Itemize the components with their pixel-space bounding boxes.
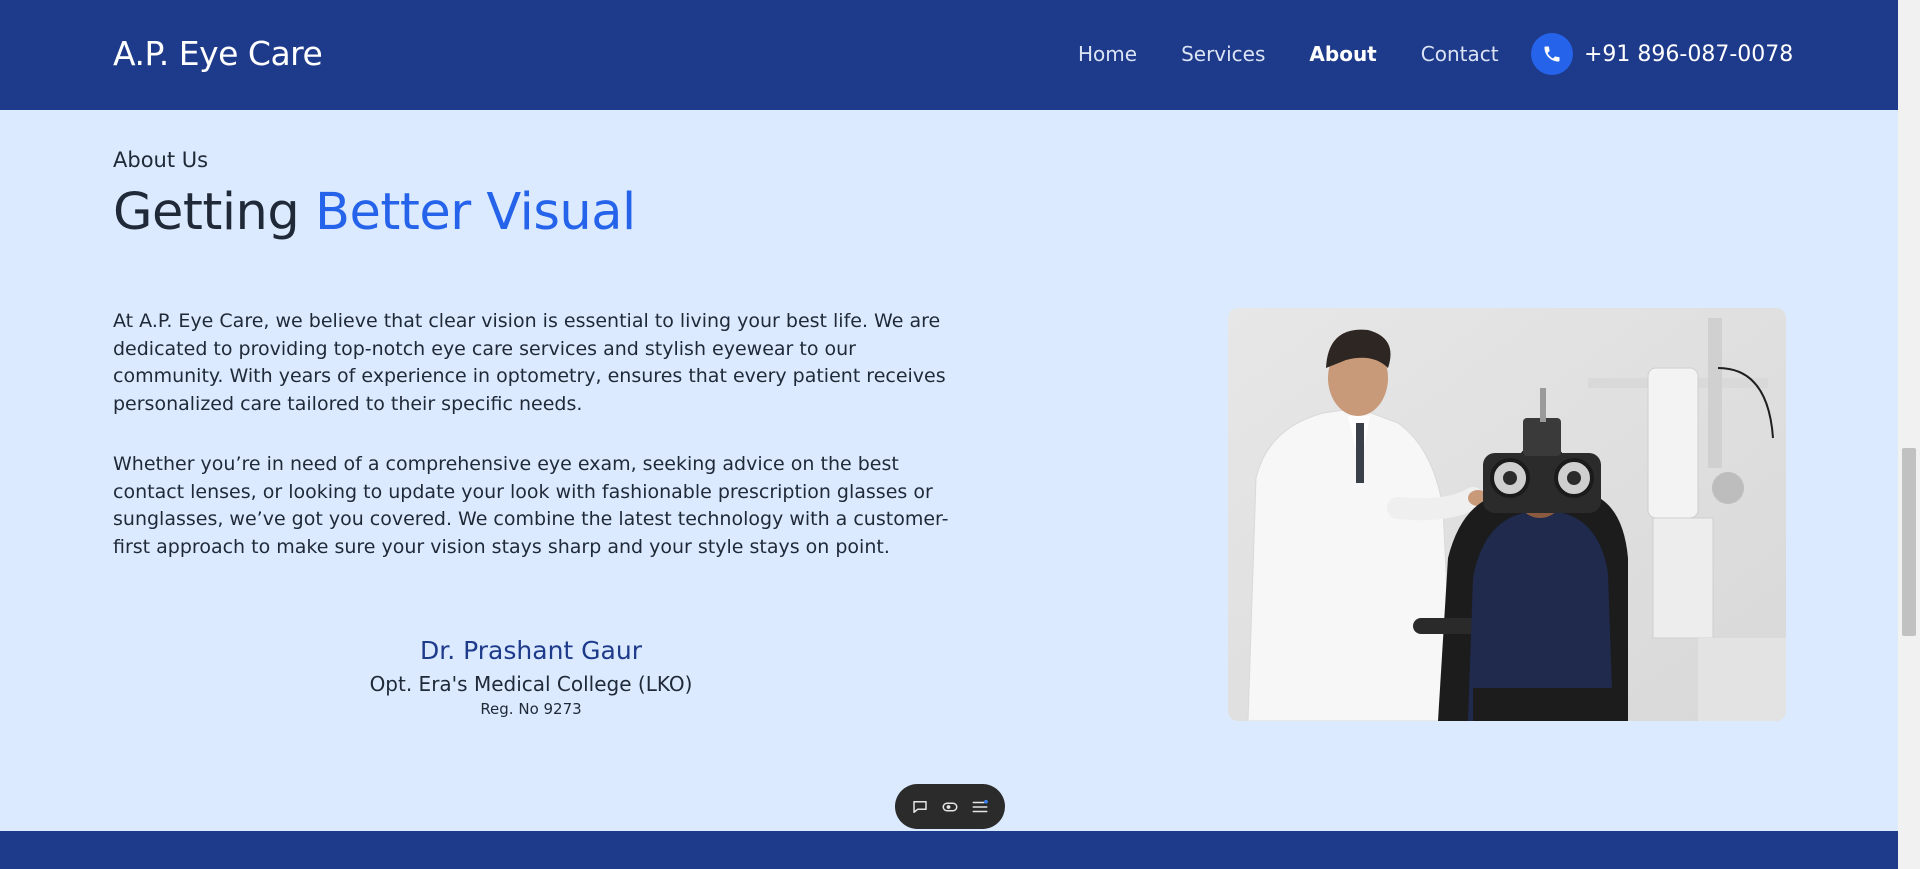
nav-services-link[interactable]: Services — [1181, 41, 1265, 67]
scrollbar-thumb[interactable] — [1902, 448, 1916, 636]
nav-home-link[interactable]: Home — [1078, 41, 1137, 67]
eye-toggle-icon[interactable] — [937, 794, 963, 820]
about-paragraph: At A.P. Eye Care, we believe that clear … — [113, 310, 946, 415]
nav-contact-link[interactable]: Contact — [1421, 41, 1499, 67]
about-paragraph: Whether you’re in need of a comprehensiv… — [113, 453, 949, 558]
footer-band — [0, 831, 1898, 869]
site-logo[interactable]: A.P. Eye Care — [113, 34, 323, 74]
phone-icon — [1531, 33, 1573, 75]
doctor-credentials: Dr. Prashant Gaur Opt. Era's Medical Col… — [331, 632, 731, 720]
section-title-accent: Better Visual — [314, 183, 636, 242]
doctor-college: Opt. Era's Medical College (LKO) — [369, 672, 693, 696]
doctor-name: Dr. Prashant Gaur — [420, 636, 642, 665]
page-scrollbar[interactable] — [1898, 0, 1920, 869]
doctor-reg-number: Reg. No 9273 — [480, 700, 582, 718]
menu-icon[interactable] — [967, 794, 993, 820]
main-nav: Home Services About Contact — [1078, 41, 1543, 67]
comment-icon[interactable] — [907, 794, 933, 820]
section-title: Getting Better Visual — [113, 180, 636, 246]
section-title-plain: Getting — [113, 183, 300, 242]
nav-about-link[interactable]: About — [1309, 41, 1376, 67]
section-eyebrow: About Us — [113, 148, 209, 172]
site-header: A.P. Eye Care Home Services About Contac… — [0, 0, 1898, 110]
floating-toolbar — [895, 784, 1005, 829]
phone-contact-link[interactable]: +91 896-087-0078 — [1531, 33, 1793, 75]
optometrist-eye-exam-photo — [1228, 308, 1786, 721]
phone-number: +91 896-087-0078 — [1584, 41, 1794, 67]
